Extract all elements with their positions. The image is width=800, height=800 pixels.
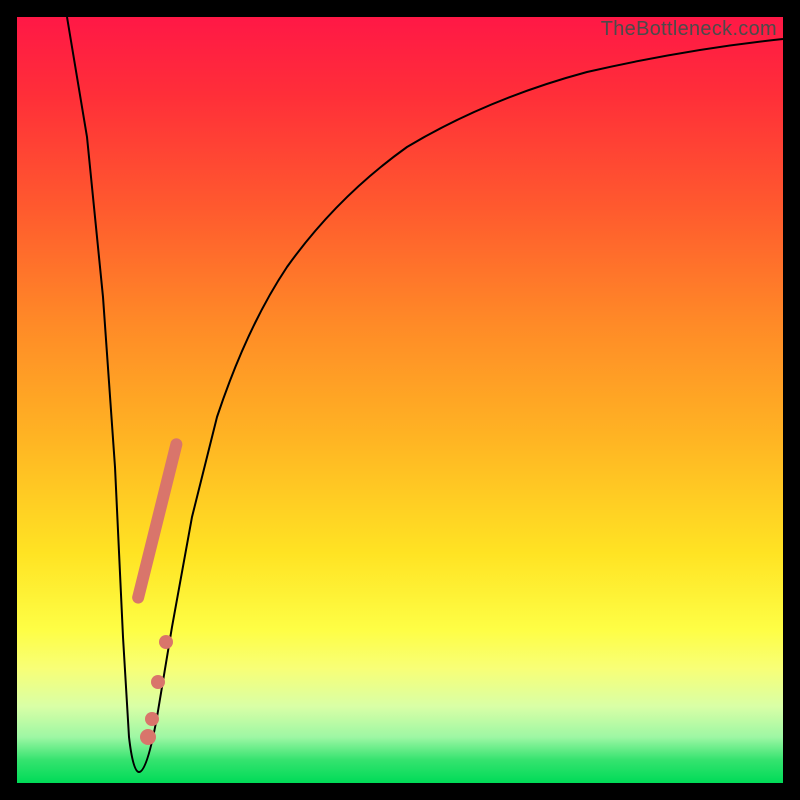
highlight-band	[131, 437, 184, 605]
bottleneck-curve	[67, 17, 783, 772]
highlight-dot	[159, 635, 173, 649]
chart-frame: TheBottleneck.com	[0, 0, 800, 800]
highlight-dot	[145, 712, 159, 726]
highlight-dot	[151, 675, 165, 689]
chart-svg	[17, 17, 783, 783]
highlight-dot	[140, 729, 156, 745]
plot-area: TheBottleneck.com	[17, 17, 783, 783]
